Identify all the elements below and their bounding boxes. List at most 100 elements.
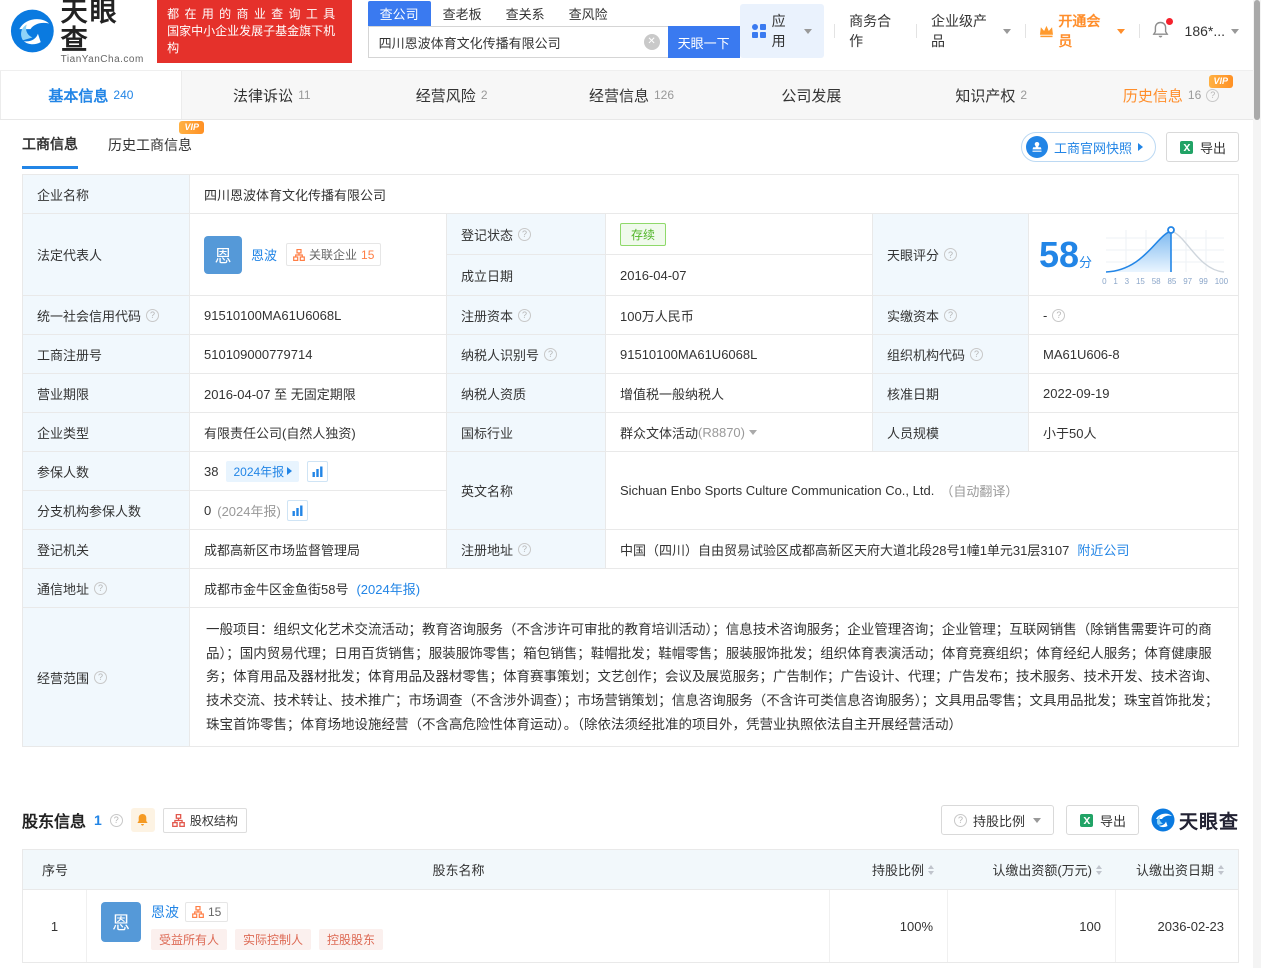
search-tab-relation[interactable]: 查关系 [494,1,557,26]
related-companies-badge[interactable]: 关联企业 15 [286,243,381,266]
help-icon[interactable]: ? [146,309,159,322]
help-icon[interactable]: ? [944,309,957,322]
tab-company-development[interactable]: 公司发展 [721,71,901,119]
tianyancha-logo-icon [10,8,55,54]
search-tab-company[interactable]: 查公司 [368,1,431,26]
taxpayer-id-value: 91510100MA61U6068L [606,335,872,373]
help-icon[interactable]: ? [518,543,531,556]
tianyan-score-cell[interactable]: 58分 0131558859799100 [1029,214,1238,295]
promo-line2: 国家中小企业发展子基金旗下机构 [167,23,341,57]
holding-ratio-filter[interactable]: ? 持股比例 [941,805,1054,835]
equity-structure-icon [172,814,185,827]
nav-open-vip[interactable]: 开通会员 [1035,11,1128,51]
shareholders-title: 股东信息 [22,808,86,832]
export-button[interactable]: 导出 [1166,132,1239,162]
tianyancha-logo[interactable]: 天眼查 TianYanCha.com [10,0,145,65]
uscc-value: 91510100MA61U6068L [190,296,446,334]
shareholder-name-link[interactable]: 恩波 [151,902,179,922]
tab-legal-litigation[interactable]: 法律诉讼 11 [182,71,362,119]
search-tab-risk[interactable]: 查风险 [557,1,620,26]
tab-count: 126 [654,88,674,102]
divider [834,24,835,38]
field-label: 成立日期 [447,255,605,295]
annual-report-badge[interactable]: 2024年报 [226,461,299,482]
tab-basic-info[interactable]: 基本信息 240 [0,71,182,119]
col-subscribed-date[interactable]: 认缴出资日期 [1116,850,1238,889]
subtab-history-registration[interactable]: VIP 历史工商信息 [108,135,192,167]
trend-chart-icon[interactable] [307,461,328,482]
annual-report-link[interactable]: (2024年报) [356,579,420,598]
search-input[interactable] [368,26,668,58]
help-icon[interactable]: ? [544,348,557,361]
tab-history-info[interactable]: VIP 历史信息 16 ? [1081,71,1261,119]
nav-business-cooperation[interactable]: 商务合作 [845,11,906,51]
trend-chart-icon[interactable] [287,500,308,521]
industry-value[interactable]: 群众文体活动(R8870) [606,413,872,451]
equity-structure-button[interactable]: 股权结构 [163,808,247,833]
field-label: 分支机构参保人数 [23,491,189,529]
chevron-down-icon [1231,29,1239,34]
shareholder-avatar[interactable]: 恩 [101,902,141,942]
monitor-bell-button[interactable] [131,808,155,832]
help-icon[interactable]: ? [110,814,123,827]
vip-badge: VIP [1209,75,1234,88]
help-icon[interactable]: ? [1206,89,1219,102]
clear-search-icon[interactable]: ✕ [644,34,660,50]
tab-intellectual-property[interactable]: 知识产权 2 [901,71,1081,119]
shareholders-table: 序号 股东名称 持股比例 认缴出资额(万元) 认缴出资日期 1 恩 恩波 [22,849,1239,963]
score-value: 58 [1039,234,1079,275]
scrollbar-thumb[interactable] [1254,0,1260,120]
sort-icon [928,865,934,875]
company-tab-bar: 基本信息 240 法律诉讼 11 经营风险 2 经营信息 126 公司发展 知识… [0,70,1261,120]
logo-cn-text: 天眼查 [61,0,145,54]
help-icon[interactable]: ? [944,248,957,261]
tag-controlling-shareholder: 控股股东 [319,929,383,950]
tab-business-info[interactable]: 经营信息 126 [542,71,722,119]
field-label: 参保人数 [23,452,189,490]
field-label: 工商注册号 [23,335,189,373]
help-icon[interactable]: ? [518,228,531,241]
legal-rep-link[interactable]: 恩波 [251,245,277,264]
reg-status-value: 存续 [606,214,872,254]
tab-operating-risk[interactable]: 经营风险 2 [362,71,542,119]
col-subscribed-amount[interactable]: 认缴出资额(万元) [948,850,1116,889]
company-type-value: 有限责任公司(自然人独资) [190,413,446,451]
help-icon[interactable]: ? [970,348,983,361]
tab-count: 2 [481,88,488,102]
scrollbar-track[interactable] [1253,0,1261,968]
notifications-bell[interactable] [1150,21,1171,42]
related-companies-badge[interactable]: 15 [185,902,228,922]
est-date-value: 2016-04-07 [606,255,872,295]
promo-banner: 都 在 用 的 商 业 查 询 工 具 国家中小企业发展子基金旗下机构 [157,0,351,63]
arrow-right-icon [1138,143,1143,151]
holding-ratio-value: 100% [830,890,948,962]
help-icon[interactable]: ? [94,671,107,684]
stamp-icon [1026,136,1048,158]
export-shareholders-button[interactable]: 导出 [1066,805,1139,835]
excel-icon [1079,813,1094,828]
field-label: 企业名称 [23,175,189,213]
help-icon[interactable]: ? [518,309,531,322]
shareholders-count: 1 [94,812,102,828]
legal-rep-avatar[interactable]: 恩 [204,236,242,274]
help-icon[interactable]: ? [94,582,107,595]
search-button[interactable]: 天眼一下 [668,26,740,58]
chevron-down-icon [1117,29,1125,34]
vip-badge: VIP [179,121,204,134]
nav-enterprise-products[interactable]: 企业级产品 [927,11,1014,51]
help-icon[interactable]: ? [1052,309,1065,322]
user-account-menu[interactable]: 186*... [1181,23,1243,39]
nearby-companies-link[interactable]: 附近公司 [1077,540,1129,559]
field-label: 英文名称 [447,452,605,529]
official-snapshot-button[interactable]: 工商官网快照 [1021,132,1156,162]
field-label: 人员规模 [873,413,1028,451]
apps-menu-button[interactable]: 应用 [740,4,825,58]
col-holding-ratio[interactable]: 持股比例 [830,850,948,889]
logo-en-text: TianYanCha.com [61,54,145,65]
subtab-business-registration[interactable]: 工商信息 [22,134,78,169]
field-label: 组织机构代码? [873,335,1028,373]
field-label: 法定代表人 [23,214,189,295]
search-tab-boss[interactable]: 查老板 [431,1,494,26]
help-icon: ? [954,814,967,827]
score-distribution-chart [1102,224,1228,276]
